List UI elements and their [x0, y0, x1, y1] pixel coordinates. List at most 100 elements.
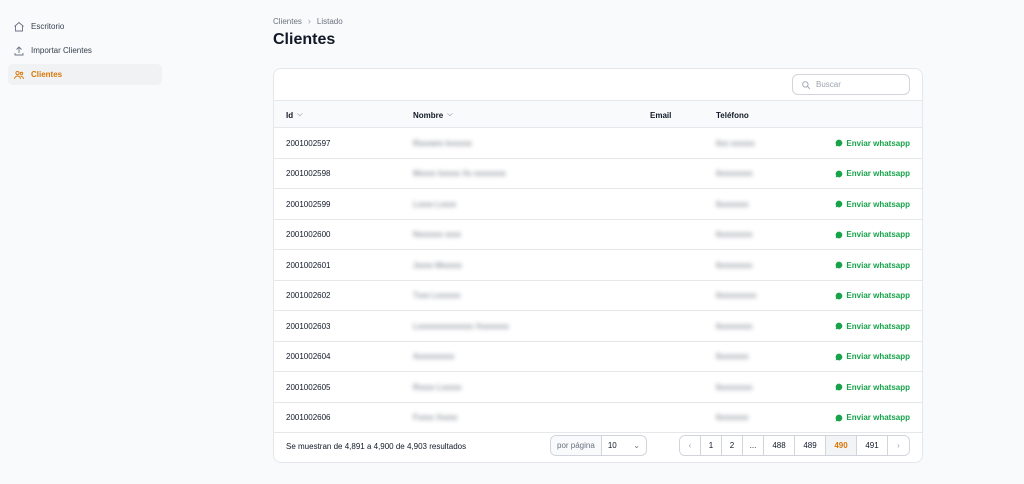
per-page-value: 10: [607, 441, 617, 450]
whatsapp-icon: [836, 200, 843, 208]
send-whatsapp-button[interactable]: Enviar whatsapp: [835, 189, 910, 219]
whatsapp-icon: [836, 414, 843, 421]
next-page-button[interactable]: ›: [888, 436, 909, 455]
chevron-down-icon: ⌄: [633, 441, 640, 450]
whatsapp-icon: [836, 353, 843, 360]
cell-id: 2001002600: [286, 230, 331, 239]
send-whatsapp-button[interactable]: Enviar whatsapp: [835, 281, 910, 311]
page-button[interactable]: 489: [795, 436, 826, 455]
send-whatsapp-label: Enviar whatsapp: [846, 321, 910, 331]
cell-nombre: Jxxxx Mxxxxx: [413, 260, 462, 270]
whatsapp-icon: [836, 261, 843, 269]
send-whatsapp-label: Enviar whatsapp: [846, 199, 910, 209]
column-header-label: Email: [650, 110, 672, 120]
cell-id: 2001002606: [286, 413, 331, 422]
cell-telefono: 6xxxxxxx: [716, 413, 749, 422]
table-row: 2001002606 Fxxxx Xxxxx 6xxxxxxx Enviar what…: [274, 403, 922, 433]
cell-id: 2001002603: [286, 321, 331, 331]
whatsapp-icon: [836, 170, 843, 177]
cell-nombre: Nxxxxxx xxxx: [413, 230, 461, 239]
breadcrumb-root[interactable]: Clientes: [273, 17, 302, 26]
send-whatsapp-button[interactable]: Enviar whatsapp: [835, 220, 910, 250]
column-header-label: Teléfono: [716, 110, 749, 120]
cell-telefono: 6xxxxxxxx: [716, 230, 753, 239]
cell-id: 2001002599: [286, 199, 331, 209]
home-icon: [12, 20, 25, 33]
page-ellipsis: ...: [743, 436, 764, 455]
breadcrumb: Clientes › Listado: [273, 16, 343, 26]
chevron-left-icon: ‹: [688, 441, 692, 450]
whatsapp-icon: [836, 292, 843, 299]
table-row: 2001002603 Lxxxxxxxxxxxxxx Xxxxxxxx 6xxxxx…: [274, 311, 922, 342]
column-header-telefono: Teléfono: [716, 101, 749, 129]
cell-nombre: Lxxxx Lxxxx: [413, 199, 457, 209]
send-whatsapp-label: Enviar whatsapp: [846, 230, 910, 239]
chevron-down-icon: ⌵: [297, 111, 303, 118]
chevron-right-icon: ›: [307, 16, 311, 26]
page-title: Clientes: [273, 31, 336, 48]
page-button[interactable]: 488: [764, 436, 795, 455]
cell-telefono: 6xxxxxxxx: [716, 260, 753, 270]
cell-telefono: 6xxxxxxx: [716, 352, 749, 361]
cell-id: 2001002604: [286, 352, 331, 361]
table-row: 2001002598 Mxxxx Ixxxxx Xx xxxxxxxx 6xxxxx…: [274, 159, 922, 189]
whatsapp-icon: [836, 139, 843, 147]
send-whatsapp-label: Enviar whatsapp: [846, 382, 910, 392]
page-button[interactable]: 2: [722, 436, 743, 455]
search-box[interactable]: [792, 74, 910, 95]
clients-table-card: Id ⌵ Nombre ⌵ Email Teléfono 2001002597 R…: [273, 68, 923, 463]
table-row: 2001002600 Nxxxxxx xxxx 6xxxxxxxx Enviar wh…: [274, 220, 922, 250]
sidebar-item-escritorio[interactable]: Escritorio: [8, 16, 162, 37]
column-header-email: Email: [650, 101, 671, 129]
table-footer: Se muestran de 4,891 a 4,900 de 4,903 re…: [274, 430, 922, 462]
column-header-nombre[interactable]: Nombre ⌵: [413, 101, 453, 129]
page-button-current[interactable]: 490: [826, 436, 857, 455]
page-button[interactable]: 491: [857, 436, 888, 455]
send-whatsapp-label: Enviar whatsapp: [846, 352, 910, 361]
column-header-id[interactable]: Id ⌵: [286, 101, 302, 129]
send-whatsapp-button[interactable]: Enviar whatsapp: [835, 403, 910, 433]
send-whatsapp-button[interactable]: Enviar whatsapp: [835, 372, 910, 402]
whatsapp-icon: [836, 322, 843, 330]
upload-icon: [12, 44, 25, 57]
send-whatsapp-label: Enviar whatsapp: [846, 169, 910, 178]
cell-telefono: 6xxxxxxxx: [716, 321, 753, 331]
table-row: 2001002604 Axxxxxxxxx 6xxxxxxx Enviar whats…: [274, 342, 922, 372]
cell-telefono: 6xxxxxxxx: [716, 169, 753, 178]
sidebar-item-clientes[interactable]: Clientes: [8, 64, 162, 85]
send-whatsapp-label: Enviar whatsapp: [846, 413, 910, 422]
per-page-value-box[interactable]: 10 ⌄: [602, 436, 646, 455]
cell-nombre: Txxx Lxxxxxx: [413, 291, 461, 300]
page-button[interactable]: 1: [701, 436, 722, 455]
cell-id: 2001002601: [286, 260, 331, 270]
cell-id: 2001002597: [286, 138, 331, 148]
cell-telefono: 6xxxxxxxxx: [716, 291, 757, 300]
cell-id: 2001002605: [286, 382, 331, 392]
cell-telefono: 6xx xxxxxx: [716, 138, 755, 148]
sidebar-item-label: Clientes: [31, 70, 63, 79]
send-whatsapp-button[interactable]: Enviar whatsapp: [835, 250, 910, 280]
results-summary: Se muestran de 4,891 a 4,900 de 4,903 re…: [286, 441, 467, 451]
cell-nombre: Mxxxx Ixxxxx Xx xxxxxxxx: [413, 169, 506, 178]
sidebar-item-label: Importar Clientes: [31, 46, 92, 55]
search-input[interactable]: [816, 80, 896, 89]
cell-id: 2001002598: [286, 169, 331, 178]
cell-telefono: 6xxxxxxx: [716, 199, 749, 209]
send-whatsapp-label: Enviar whatsapp: [846, 260, 910, 270]
send-whatsapp-button[interactable]: Enviar whatsapp: [835, 342, 910, 372]
send-whatsapp-button[interactable]: Enviar whatsapp: [835, 311, 910, 341]
send-whatsapp-button[interactable]: Enviar whatsapp: [835, 159, 910, 189]
users-icon: [12, 68, 25, 81]
prev-page-button[interactable]: ‹: [680, 436, 701, 455]
sidebar-item-importar-clientes[interactable]: Importar Clientes: [8, 40, 162, 61]
table-row: 2001002601 Jxxxx Mxxxxx 6xxxxxxxx Enviar wh…: [274, 250, 922, 281]
send-whatsapp-button[interactable]: Enviar whatsapp: [835, 128, 910, 158]
per-page-label: por página: [551, 436, 602, 455]
cell-nombre: Axxxxxxxxx: [413, 352, 455, 361]
table-row: 2001002605 Rxxxx Lxxxxx 6xxxxxxxx Enviar wh…: [274, 372, 922, 403]
column-header-label: Id: [286, 110, 294, 120]
search-icon: [802, 80, 811, 89]
table-header: Id ⌵ Nombre ⌵ Email Teléfono: [274, 100, 922, 128]
per-page-select[interactable]: por página 10 ⌄: [550, 435, 647, 456]
cell-nombre: Fxxxx Xxxxx: [413, 413, 458, 422]
